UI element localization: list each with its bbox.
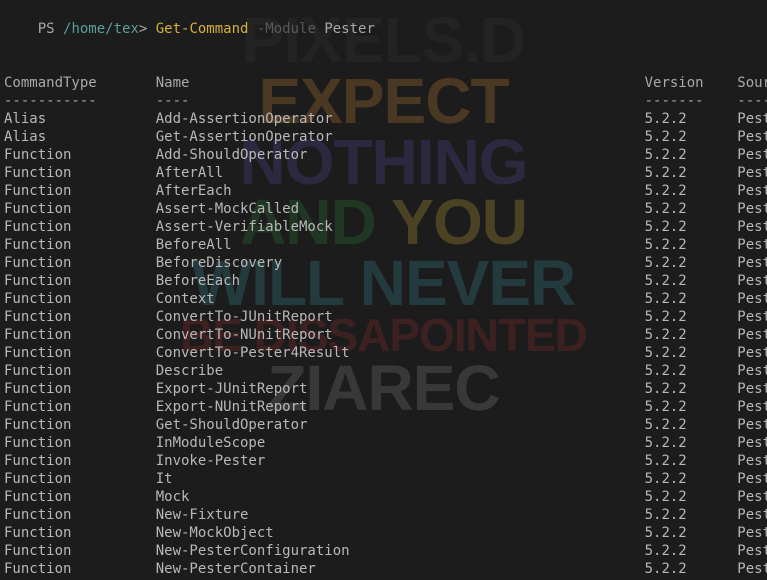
table-row: Alias Add-AssertionOperator 5.2.2 Pester	[4, 110, 763, 128]
table-row: Function BeforeDiscovery 5.2.2 Pester	[4, 254, 763, 272]
table-row: Function Context 5.2.2 Pester	[4, 290, 763, 308]
table-row: Function It 5.2.2 Pester	[4, 470, 763, 488]
table-row: Function InModuleScope 5.2.2 Pester	[4, 434, 763, 452]
table-row: Function Add-ShouldOperator 5.2.2 Pester	[4, 146, 763, 164]
prompt-line: PS /home/tex> Get-Command -Module Pester	[4, 2, 763, 56]
prompt-gt: >	[139, 21, 156, 37]
table-header: CommandType Name Version Source	[4, 74, 763, 92]
table-row: Function ConvertTo-NUnitReport 5.2.2 Pes…	[4, 326, 763, 344]
table-row: Function New-Fixture 5.2.2 Pester	[4, 506, 763, 524]
table-row: Function ConvertTo-JUnitReport 5.2.2 Pes…	[4, 308, 763, 326]
table-row: Function Export-JUnitReport 5.2.2 Pester	[4, 380, 763, 398]
prompt-cmd: Get-Command	[156, 21, 249, 37]
table-row: Function ConvertTo-Pester4Result 5.2.2 P…	[4, 344, 763, 362]
table-row: Function BeforeEach 5.2.2 Pester	[4, 272, 763, 290]
table-row: Function AfterAll 5.2.2 Pester	[4, 164, 763, 182]
table-header-divider: ----------- ---- ------- ------	[4, 92, 763, 110]
table-row: Function BeforeAll 5.2.2 Pester	[4, 236, 763, 254]
table-row: Function Invoke-Pester 5.2.2 Pester	[4, 452, 763, 470]
table-row: Function Export-NUnitReport 5.2.2 Pester	[4, 398, 763, 416]
prompt-ps: PS	[38, 21, 63, 37]
prompt-arg: Pester	[316, 21, 375, 37]
table-row: Function Describe 5.2.2 Pester	[4, 362, 763, 380]
table-row: Function Assert-VerifiableMock 5.2.2 Pes…	[4, 218, 763, 236]
table-row: Function New-PesterContainer 5.2.2 Peste…	[4, 560, 763, 578]
terminal-output[interactable]: PS /home/tex> Get-Command -Module Pester…	[0, 0, 767, 580]
prompt-path: /home/tex	[63, 21, 139, 37]
table-row: Function Assert-MockCalled 5.2.2 Pester	[4, 200, 763, 218]
table-row: Function Get-ShouldOperator 5.2.2 Pester	[4, 416, 763, 434]
table-row: Function AfterEach 5.2.2 Pester	[4, 182, 763, 200]
table-row: Function New-PesterConfiguration 5.2.2 P…	[4, 542, 763, 560]
table-row: Function New-MockObject 5.2.2 Pester	[4, 524, 763, 542]
table-row: Alias Get-AssertionOperator 5.2.2 Pester	[4, 128, 763, 146]
prompt-flag: -Module	[248, 21, 315, 37]
table-row: Function Mock 5.2.2 Pester	[4, 488, 763, 506]
